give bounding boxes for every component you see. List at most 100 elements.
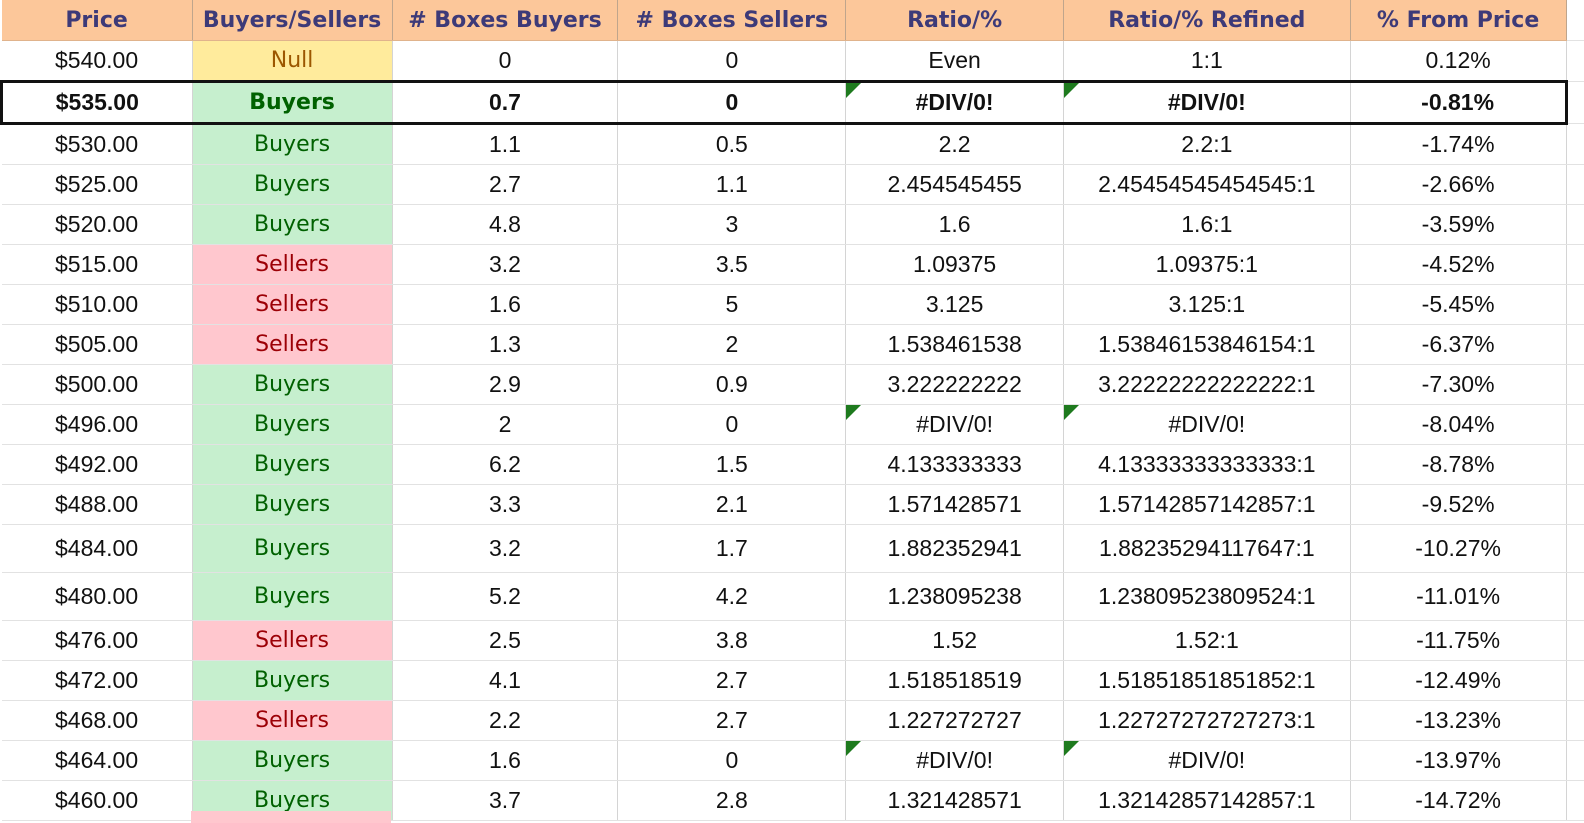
buyers-sellers-cell[interactable]: Sellers (192, 285, 392, 325)
boxes-sellers-cell[interactable]: 3.8 (618, 621, 846, 661)
pct-from-price-cell[interactable]: -13.97% (1350, 741, 1566, 781)
buyers-sellers-cell[interactable]: Sellers (192, 701, 392, 741)
next-column-cell[interactable] (1566, 701, 1584, 741)
next-column-cell[interactable] (1566, 621, 1584, 661)
pct-from-price-cell[interactable]: -1.74% (1350, 124, 1566, 165)
boxes-buyers-cell[interactable]: 0 (392, 41, 618, 82)
boxes-sellers-cell[interactable]: 2.7 (618, 701, 846, 741)
ratio-refined-cell[interactable]: #DIV/0! (1063, 741, 1350, 781)
boxes-sellers-cell[interactable]: 0 (618, 82, 846, 124)
ratio-cell[interactable]: #DIV/0! (846, 405, 1064, 445)
boxes-buyers-cell[interactable]: 4.1 (392, 661, 618, 701)
boxes-buyers-cell[interactable]: 1.1 (392, 124, 618, 165)
pct-from-price-cell[interactable]: -4.52% (1350, 245, 1566, 285)
boxes-sellers-cell[interactable]: 3 (618, 205, 846, 245)
ratio-refined-cell[interactable]: 1.6:1 (1063, 205, 1350, 245)
next-column-cell[interactable] (1566, 781, 1584, 821)
price-cell[interactable]: $476.00 (2, 621, 193, 661)
price-cell[interactable]: $520.00 (2, 205, 193, 245)
next-column-cell[interactable] (1566, 525, 1584, 573)
next-column-cell[interactable] (1566, 205, 1584, 245)
price-cell[interactable]: $540.00 (2, 41, 193, 82)
boxes-sellers-cell[interactable]: 2.1 (618, 485, 846, 525)
error-indicator-icon[interactable] (1064, 741, 1079, 756)
header-buyers-sellers[interactable]: Buyers/Sellers (192, 0, 392, 41)
buyers-sellers-cell[interactable]: Sellers (192, 245, 392, 285)
ratio-refined-cell[interactable]: #DIV/0! (1063, 405, 1350, 445)
boxes-sellers-cell[interactable]: 0.5 (618, 124, 846, 165)
pct-from-price-cell[interactable]: -11.75% (1350, 621, 1566, 661)
ratio-cell[interactable]: #DIV/0! (846, 82, 1064, 124)
ratio-refined-cell[interactable]: 2.45454545454545:1 (1063, 165, 1350, 205)
price-cell[interactable]: $468.00 (2, 701, 193, 741)
ratio-refined-cell[interactable]: 2.2:1 (1063, 124, 1350, 165)
header-ratio[interactable]: Ratio/% (846, 0, 1064, 41)
price-cell[interactable]: $500.00 (2, 365, 193, 405)
price-cell[interactable]: $515.00 (2, 245, 193, 285)
error-indicator-icon[interactable] (846, 741, 861, 756)
boxes-buyers-cell[interactable]: 2 (392, 405, 618, 445)
price-cell[interactable]: $505.00 (2, 325, 193, 365)
pct-from-price-cell[interactable]: -13.23% (1350, 701, 1566, 741)
ratio-refined-cell[interactable]: 1:1 (1063, 41, 1350, 82)
boxes-buyers-cell[interactable]: 0.7 (392, 82, 618, 124)
ratio-cell[interactable]: 1.52 (846, 621, 1064, 661)
pct-from-price-cell[interactable]: -10.27% (1350, 525, 1566, 573)
ratio-refined-cell[interactable]: 1.22727272727273:1 (1063, 701, 1350, 741)
boxes-sellers-cell[interactable]: 3.5 (618, 245, 846, 285)
price-cell[interactable]: $492.00 (2, 445, 193, 485)
ratio-refined-cell[interactable]: 3.125:1 (1063, 285, 1350, 325)
buyers-sellers-cell[interactable]: Sellers (192, 325, 392, 365)
price-cell[interactable]: $535.00 (2, 82, 193, 124)
boxes-buyers-cell[interactable]: 3.2 (392, 525, 618, 573)
price-cell[interactable]: $510.00 (2, 285, 193, 325)
next-column-cell[interactable] (1566, 41, 1584, 82)
ratio-refined-cell[interactable]: 1.57142857142857:1 (1063, 485, 1350, 525)
boxes-sellers-cell[interactable]: 1.1 (618, 165, 846, 205)
header-pct-from-price[interactable]: % From Price (1350, 0, 1566, 41)
boxes-sellers-cell[interactable]: 2.7 (618, 661, 846, 701)
buyers-sellers-cell[interactable]: Buyers (192, 661, 392, 701)
next-column-cell[interactable] (1566, 82, 1584, 124)
ratio-refined-cell[interactable]: 3.22222222222222:1 (1063, 365, 1350, 405)
header-price[interactable]: Price (2, 0, 193, 41)
ratio-refined-cell[interactable]: #DIV/0! (1063, 82, 1350, 124)
ratio-cell[interactable]: 1.538461538 (846, 325, 1064, 365)
pct-from-price-cell[interactable]: -11.01% (1350, 573, 1566, 621)
ratio-refined-cell[interactable]: 1.23809523809524:1 (1063, 573, 1350, 621)
boxes-buyers-cell[interactable]: 5.2 (392, 573, 618, 621)
price-cell[interactable]: $464.00 (2, 741, 193, 781)
ratio-cell[interactable]: 1.6 (846, 205, 1064, 245)
pct-from-price-cell[interactable]: 0.12% (1350, 41, 1566, 82)
ratio-cell[interactable]: 2.2 (846, 124, 1064, 165)
ratio-cell[interactable]: 2.454545455 (846, 165, 1064, 205)
boxes-buyers-cell[interactable]: 6.2 (392, 445, 618, 485)
boxes-sellers-cell[interactable]: 5 (618, 285, 846, 325)
ratio-refined-cell[interactable]: 1.52:1 (1063, 621, 1350, 661)
boxes-buyers-cell[interactable]: 1.6 (392, 741, 618, 781)
boxes-buyers-cell[interactable]: 3.2 (392, 245, 618, 285)
buyers-sellers-cell[interactable]: Buyers (192, 124, 392, 165)
ratio-cell[interactable]: #DIV/0! (846, 741, 1064, 781)
next-column-cell[interactable] (1566, 325, 1584, 365)
boxes-buyers-cell[interactable]: 4.8 (392, 205, 618, 245)
boxes-buyers-cell[interactable]: 3.3 (392, 485, 618, 525)
boxes-buyers-cell[interactable]: 3.7 (392, 781, 618, 821)
error-indicator-icon[interactable] (1064, 405, 1079, 420)
next-column-cell[interactable] (1566, 445, 1584, 485)
header-ratio-refined[interactable]: Ratio/% Refined (1063, 0, 1350, 41)
buyers-sellers-cell[interactable]: Buyers (192, 485, 392, 525)
boxes-sellers-cell[interactable]: 2 (618, 325, 846, 365)
pct-from-price-cell[interactable]: -2.66% (1350, 165, 1566, 205)
boxes-buyers-cell[interactable]: 2.9 (392, 365, 618, 405)
ratio-refined-cell[interactable]: 1.53846153846154:1 (1063, 325, 1350, 365)
pct-from-price-cell[interactable]: -6.37% (1350, 325, 1566, 365)
next-column-cell[interactable] (1566, 124, 1584, 165)
buyers-sellers-cell[interactable]: Buyers (192, 365, 392, 405)
ratio-cell[interactable]: 3.222222222 (846, 365, 1064, 405)
buyers-sellers-cell[interactable]: Null (192, 41, 392, 82)
next-column-cell[interactable] (1566, 573, 1584, 621)
buyers-sellers-cell[interactable]: Buyers (192, 165, 392, 205)
ratio-cell[interactable]: 1.882352941 (846, 525, 1064, 573)
price-cell[interactable]: $460.00 (2, 781, 193, 821)
